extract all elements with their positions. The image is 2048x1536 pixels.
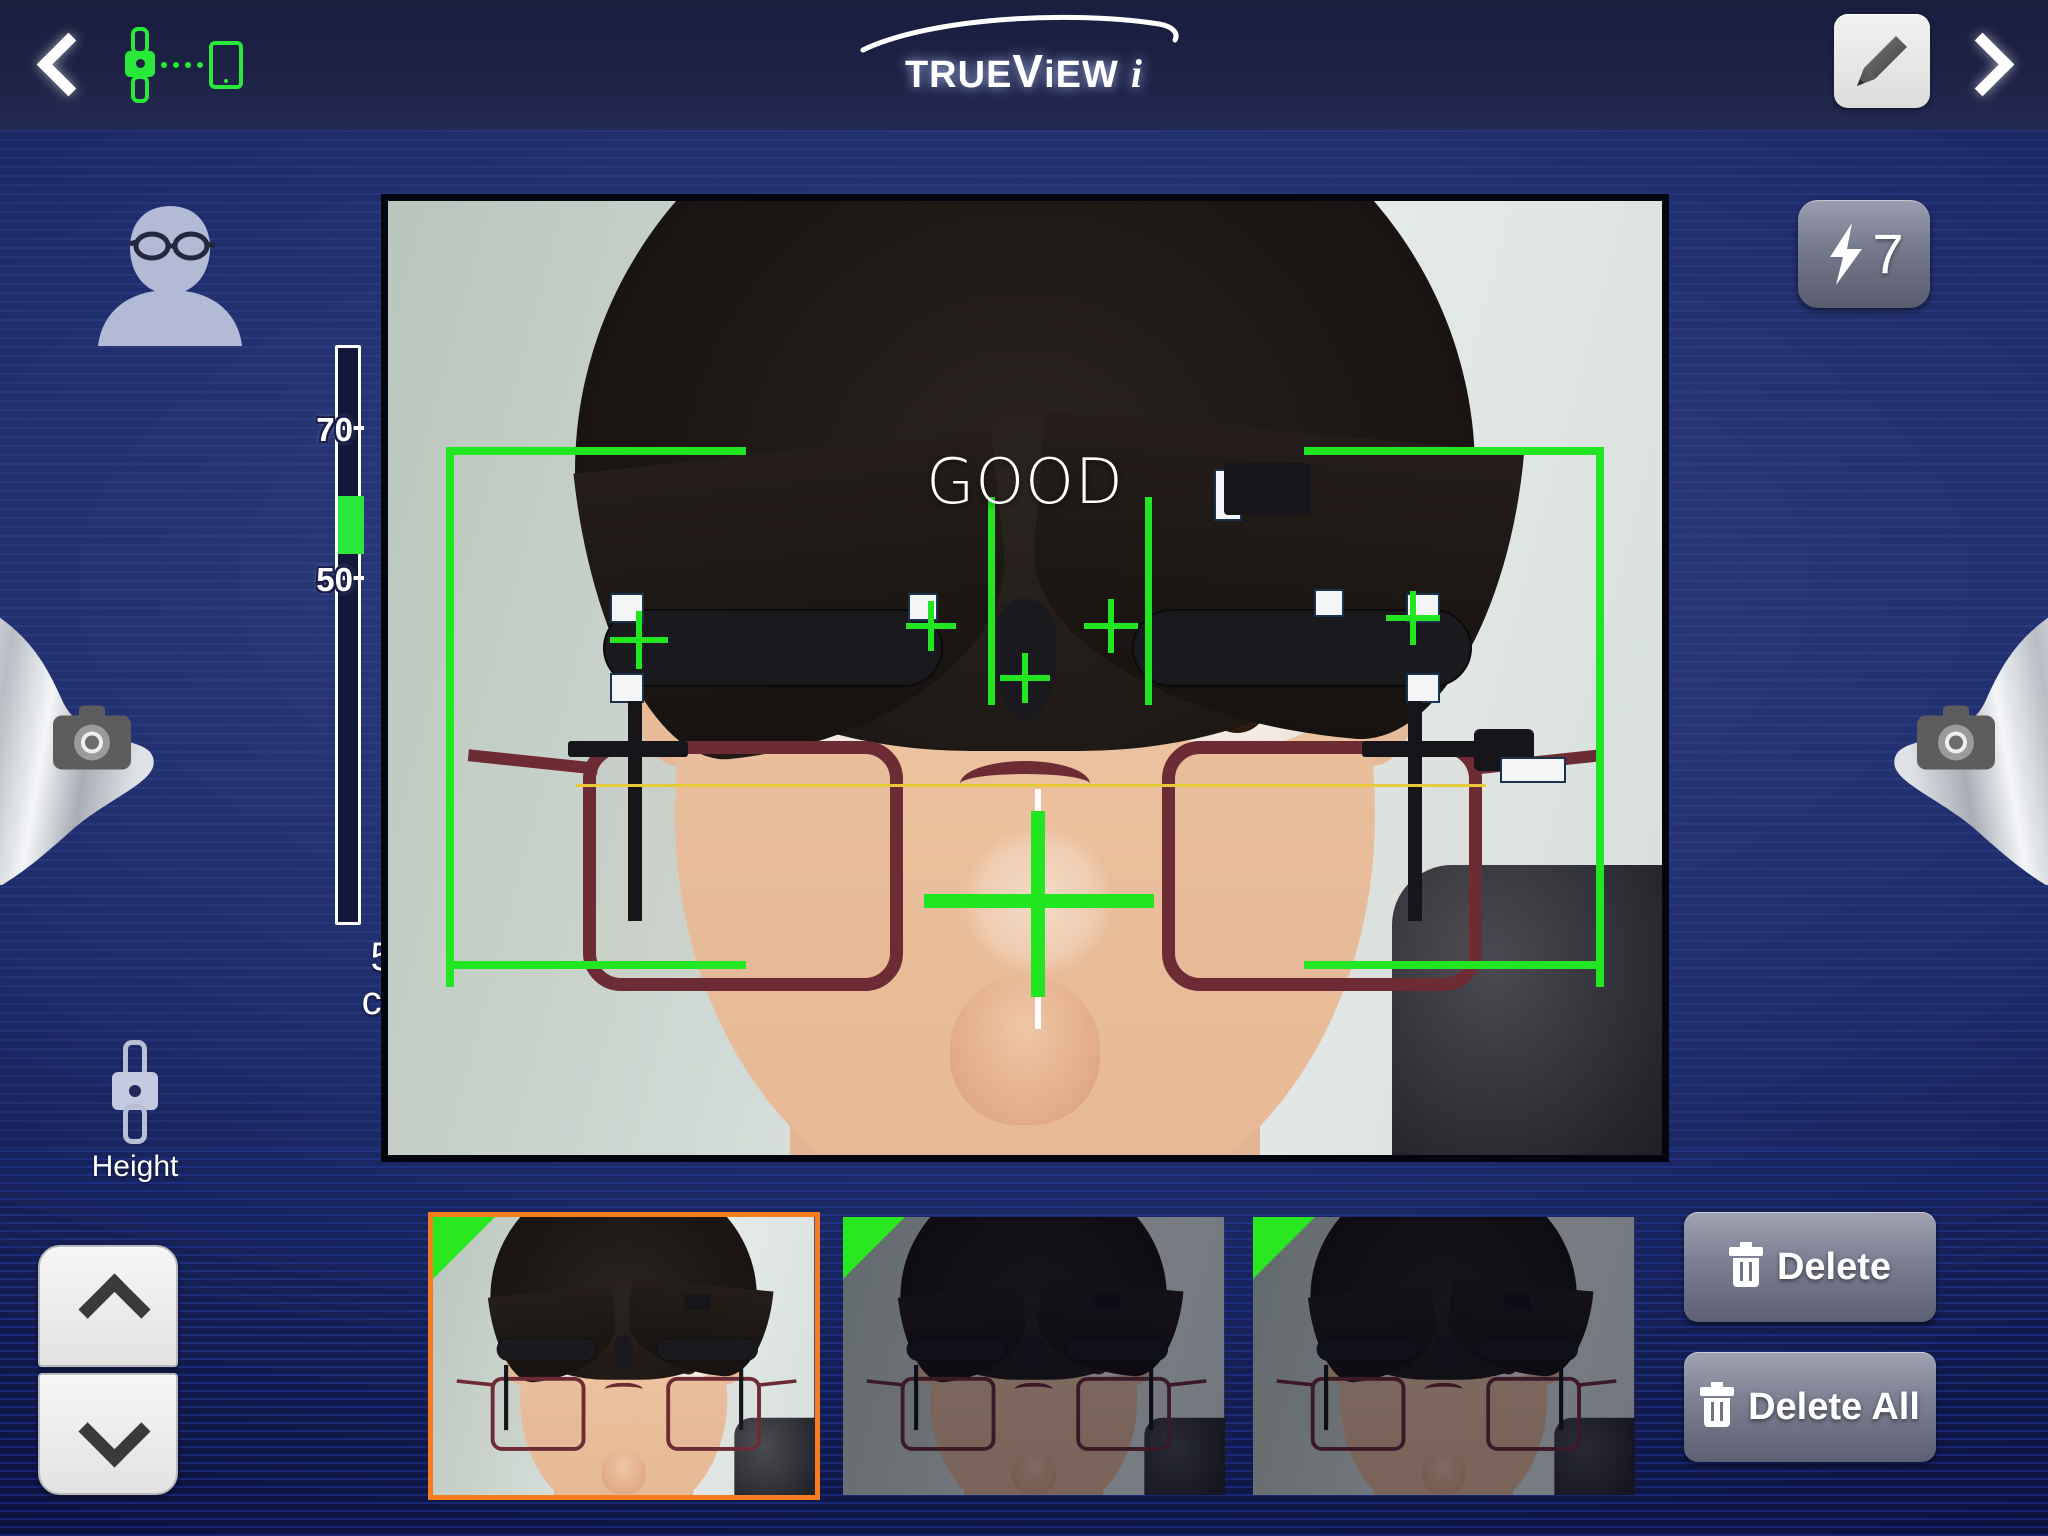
left-capture-button[interactable] — [0, 595, 192, 885]
logo-text-true: TRUE — [904, 54, 1013, 96]
logo-text-v: V — [1012, 45, 1045, 97]
ruler-tick-label-70: 70 — [316, 411, 353, 448]
status-text: GOOD — [926, 445, 1124, 518]
delete-all-button[interactable]: Delete All — [1684, 1352, 1936, 1462]
live-preview-panel[interactable]: GOOD — [381, 194, 1669, 1162]
capture-ok-flag-icon — [1253, 1217, 1315, 1279]
height-rod-icon — [112, 1040, 158, 1144]
chevron-up-icon — [85, 1280, 131, 1326]
thumbnail-capture-1[interactable] — [428, 1212, 820, 1500]
trash-icon — [1700, 1382, 1735, 1427]
camera-icon — [53, 705, 131, 775]
right-capture-button[interactable] — [1856, 595, 2048, 885]
height-label: Height — [91, 1150, 179, 1183]
capture-ok-flag-icon — [433, 1217, 495, 1279]
measuring-rod-icon — [125, 27, 155, 103]
flash-count-badge[interactable]: 7 — [1798, 200, 1930, 308]
flash-count-value: 7 — [1872, 222, 1904, 285]
patient-avatar-icon — [98, 206, 242, 346]
top-header-bar: TRUEViEW i — [0, 0, 2048, 130]
delete-actions: Delete Delete All — [1684, 1212, 1936, 1462]
delete-all-button-label: Delete All — [1748, 1385, 1920, 1428]
connection-dots-icon — [161, 62, 203, 68]
delete-button-label: Delete — [1776, 1245, 1892, 1288]
flash-bolt-icon — [1830, 223, 1863, 285]
app-logo: TRUEViEW i — [814, 14, 1234, 97]
logo-text-i: i — [1044, 54, 1056, 96]
ruler-tick-label-50: 50 — [316, 561, 353, 598]
capture-thumbnail-strip — [428, 1212, 1640, 1500]
logo-swoosh-icon — [860, 14, 1179, 53]
logo-text-ew: EW — [1055, 54, 1119, 96]
logo-text-italic-i: i — [1130, 51, 1144, 96]
ruler-indicator — [338, 496, 364, 554]
thumbnail-capture-3[interactable] — [1248, 1212, 1640, 1500]
delete-button[interactable]: Delete — [1684, 1212, 1936, 1322]
app-root: TRUEViEW i 70 50 Height 7 GOOD Delete De… — [0, 0, 2048, 1536]
height-control-label-group: Height — [60, 1040, 210, 1184]
forward-chevron-icon[interactable] — [1956, 36, 2012, 92]
thumbnail-capture-2[interactable] — [838, 1212, 1230, 1500]
tablet-icon — [209, 41, 243, 89]
camera-icon — [1917, 705, 1995, 775]
chevron-down-icon — [85, 1408, 131, 1454]
trash-icon — [1728, 1242, 1763, 1287]
pencil-edit-icon — [1857, 36, 1907, 86]
preview-photo: GOOD — [388, 201, 1662, 1155]
logo-wordmark: TRUEViEW i — [814, 44, 1234, 98]
capture-ok-flag-icon — [843, 1217, 905, 1279]
device-connection-indicator[interactable] — [125, 25, 265, 105]
height-decrease-button[interactable] — [38, 1373, 178, 1495]
height-increase-button[interactable] — [38, 1245, 178, 1367]
back-chevron-icon[interactable] — [36, 36, 92, 92]
edit-pencil-button[interactable] — [1834, 14, 1930, 108]
height-stepper — [38, 1245, 178, 1495]
